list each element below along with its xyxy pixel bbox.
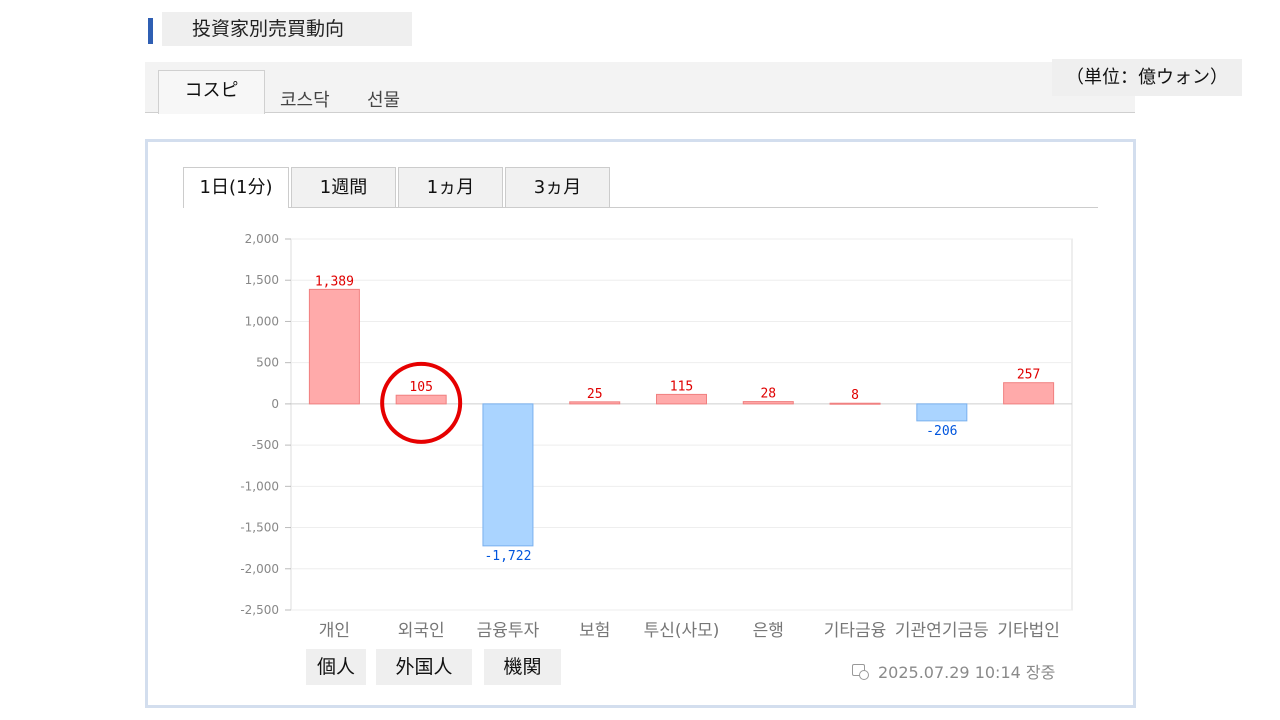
y-tick-label: 2,000 xyxy=(245,232,279,246)
y-tick-label: -500 xyxy=(252,438,279,452)
x-tick-label: 금융투자 xyxy=(477,621,540,641)
label-individual: 個人 xyxy=(306,649,366,685)
data-label: 25 xyxy=(587,387,603,402)
bar-8 xyxy=(916,403,968,422)
y-tick-label: 1,500 xyxy=(245,273,279,287)
x-tick-label: 외국인 xyxy=(398,621,445,641)
data-label: 8 xyxy=(851,388,859,403)
bar-5 xyxy=(656,393,707,405)
data-label: -1,722 xyxy=(484,549,531,564)
y-tick-label: -2,500 xyxy=(240,603,279,617)
x-tick-label: 기관연기금등 xyxy=(895,621,989,641)
y-tick-label: 1,000 xyxy=(245,314,279,328)
y-tick-label: -1,000 xyxy=(240,479,279,493)
x-tick-label: 기타금융 xyxy=(824,621,887,641)
label-foreign: 外国人 xyxy=(376,649,472,685)
x-tick-label: 투신(사모) xyxy=(644,621,720,641)
bar-chart: 2,000 1,500 1,000 500 0 -500 -1,000 -1,500 -2,00… xyxy=(240,232,1073,641)
bar-9 xyxy=(1003,382,1055,405)
bar-3 xyxy=(482,403,534,547)
bar-7 xyxy=(829,402,881,405)
y-tick-label: -2,000 xyxy=(240,562,279,576)
x-tick-label: 은행 xyxy=(753,621,784,641)
y-tick-label: -1,500 xyxy=(240,521,279,535)
data-label: 257 xyxy=(1017,368,1040,383)
x-tick-label: 보험 xyxy=(579,621,610,641)
y-tick-label: 0 xyxy=(271,397,279,411)
label-institution: 機関 xyxy=(484,649,561,685)
bar-1 xyxy=(308,288,360,405)
bar-4 xyxy=(569,401,621,405)
bar-2 xyxy=(395,394,447,405)
bar-6 xyxy=(742,401,794,405)
timestamp: 2025.07.29 10:14 장중 xyxy=(878,663,1056,682)
x-tick-label: 기타법인 xyxy=(997,621,1060,641)
y-tick-label: 500 xyxy=(256,356,279,370)
data-label: -206 xyxy=(926,424,957,439)
data-label: 1,389 xyxy=(315,274,354,289)
clock-icon xyxy=(852,664,869,680)
data-label: 115 xyxy=(670,379,693,394)
data-label: 28 xyxy=(760,387,776,402)
x-tick-label: 개인 xyxy=(319,621,350,641)
data-label: 105 xyxy=(409,380,432,395)
